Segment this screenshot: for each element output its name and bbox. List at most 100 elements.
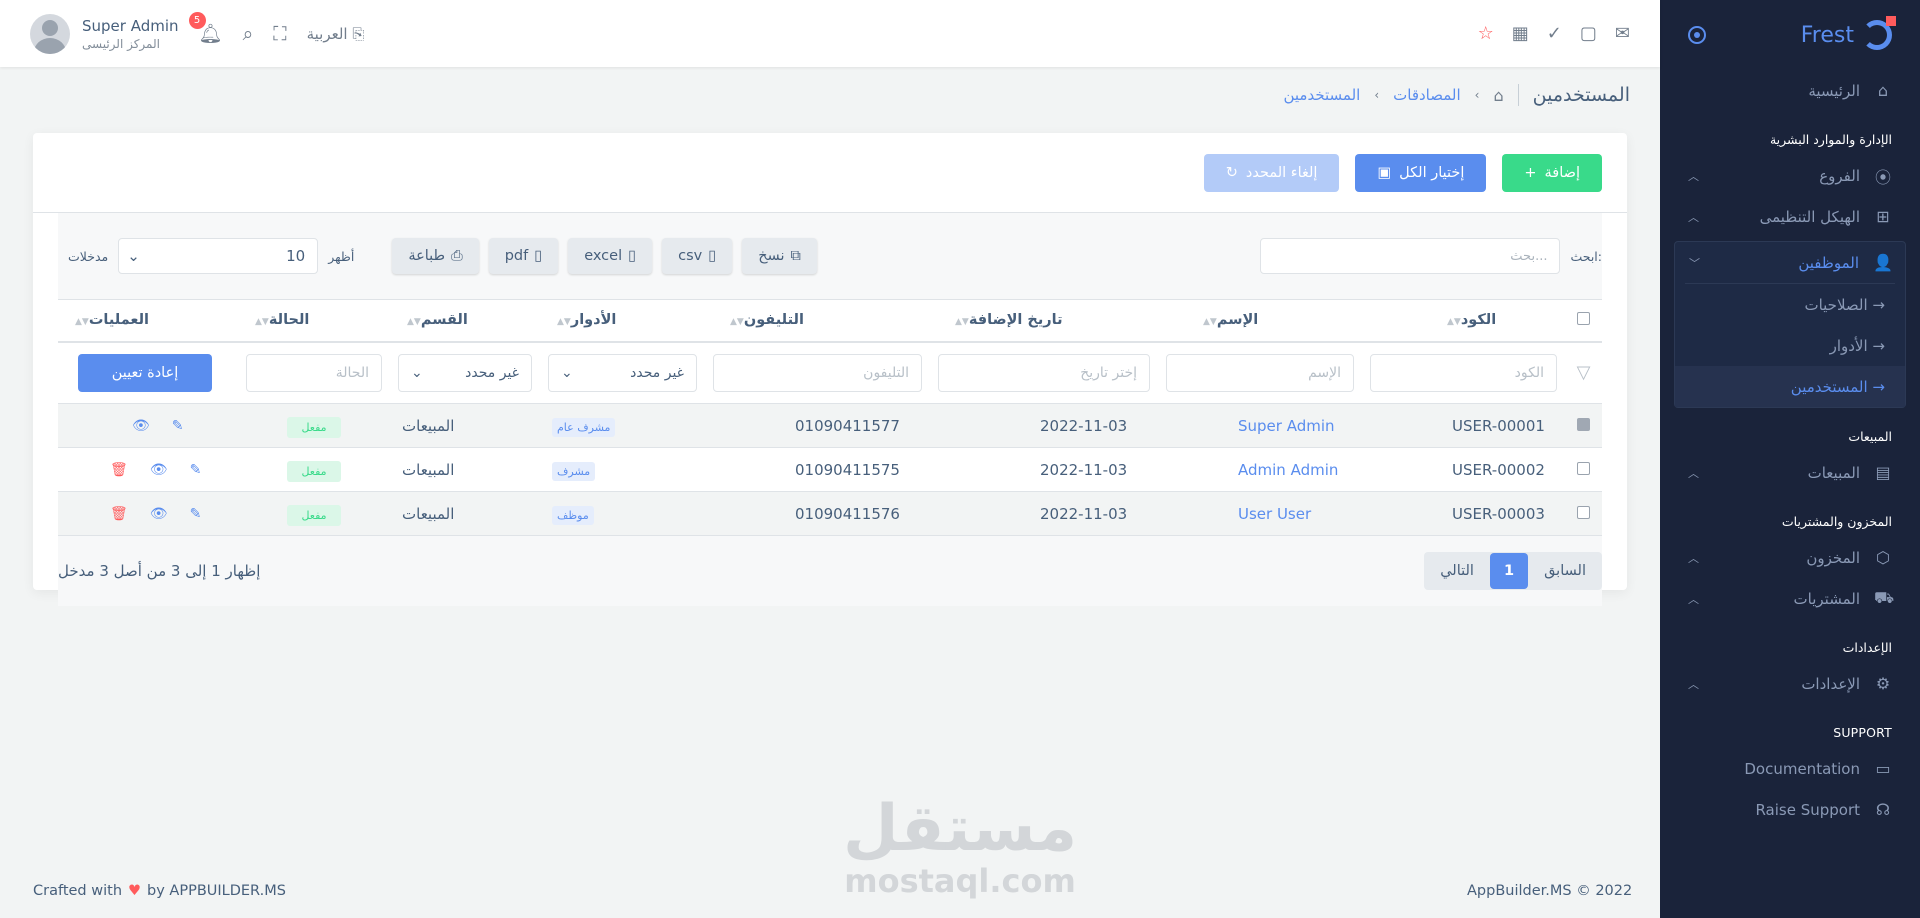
col-department[interactable]: ▲▼القسم xyxy=(390,299,540,343)
col-status[interactable]: ▲▼الحالة xyxy=(238,299,390,343)
chevron-up-icon: ︿ xyxy=(1688,551,1699,565)
chevron-up-icon: ︿ xyxy=(1688,677,1699,691)
mail-icon[interactable]: ✉ xyxy=(1615,23,1630,44)
users-card: ↻ إلغاء المحدد ▣ إختيار الكل + إضافة مدخلات… xyxy=(33,133,1627,606)
col-date[interactable]: ▲▼تاريخ الإضافة xyxy=(930,299,1158,343)
sidebar-item-label: الرئيسية xyxy=(1808,81,1860,100)
search: ابحث: xyxy=(1260,238,1602,274)
topbar: Super Admin المركز الرئيسى 🔔︎ 5 ⌕ ⛶ العرب… xyxy=(0,0,1660,67)
table-row[interactable]: 🗑︎ 👁︎ ✎ مفعل المبيعات مشرف 01090411575 202… xyxy=(58,447,1602,492)
footer-author-link[interactable]: by APPBUILDER.MS xyxy=(147,883,286,899)
status-badge: مفعل xyxy=(287,416,341,438)
sidebar-item-users[interactable]: المستخدمين → xyxy=(1675,366,1905,407)
page-length-select[interactable]: ⌄ 10 xyxy=(118,238,319,274)
sidebar-item-permissions[interactable]: الصلاحيات → xyxy=(1685,284,1895,325)
eye-icon[interactable]: 👁︎ xyxy=(132,418,150,434)
cell-code: USER-00003 xyxy=(1362,491,1565,536)
filter-phone[interactable] xyxy=(713,353,922,392)
sidebar-item-sales[interactable]: ︿ المبيعات ▤ xyxy=(1674,452,1906,493)
pagination-prev[interactable]: السابق xyxy=(1528,552,1602,590)
eye-icon[interactable]: 👁︎ xyxy=(150,506,168,522)
sidebar-item-purchases[interactable]: ︿ المشتريات ⛟ xyxy=(1674,578,1906,619)
col-name[interactable]: ▲▼الإسم xyxy=(1158,299,1362,343)
edit-icon[interactable]: ✎ xyxy=(190,506,202,522)
copy-button[interactable]: نسخ ⧉ xyxy=(742,238,817,274)
row-checkbox[interactable] xyxy=(1577,417,1590,431)
sidebar-toggle-icon[interactable] xyxy=(1688,26,1706,44)
star-icon[interactable]: ☆ xyxy=(1478,23,1494,44)
user-name-link[interactable]: Super Admin xyxy=(1238,417,1335,435)
filter-roles[interactable]: ⌄ غير محدد xyxy=(548,353,697,392)
filter-name[interactable] xyxy=(1166,353,1354,392)
select-all-checkbox[interactable] xyxy=(1577,311,1590,325)
copy-icon: ⧉ xyxy=(790,248,801,264)
csv-button[interactable]: csv ▯ xyxy=(662,238,733,274)
eye-icon[interactable]: 👁︎ xyxy=(150,462,168,478)
calendar-icon[interactable]: ▦ xyxy=(1512,23,1529,44)
chevron-down-icon: ⌄ xyxy=(561,364,573,381)
user-name-link[interactable]: User User xyxy=(1238,505,1311,523)
row-checkbox[interactable] xyxy=(1577,461,1590,475)
deselect-button[interactable]: ↻ إلغاء المحدد xyxy=(1203,153,1340,192)
breadcrumb: المستخدمين ‹ المصادقات ‹ ⌂ المستخدمين xyxy=(1283,84,1630,106)
pdf-button[interactable]: pdf ▯ xyxy=(488,238,559,274)
sidebar-item-employees[interactable]: ﹀ الموظفين 👤 xyxy=(1675,242,1905,283)
filter-date[interactable] xyxy=(938,353,1150,392)
sidebar-item-inventory[interactable]: ︿ المخزون ⬡ xyxy=(1674,537,1906,578)
search-input[interactable] xyxy=(1260,238,1561,274)
sidebar-item-documentation[interactable]: Documentation ▭ xyxy=(1674,748,1906,789)
sort-icon: ▲▼ xyxy=(1447,317,1461,328)
add-user-button[interactable]: + إضافة xyxy=(1502,153,1602,192)
chat-icon[interactable]: ▢ xyxy=(1580,23,1597,44)
pagination-next[interactable]: التالي xyxy=(1424,552,1490,590)
breadcrumb-auth[interactable]: المصادقات xyxy=(1393,86,1461,104)
cell-code: USER-00002 xyxy=(1362,447,1565,492)
row-checkbox[interactable] xyxy=(1577,505,1590,519)
printer-icon: ⎙ xyxy=(451,248,463,264)
language-switch[interactable]: العربية ⎘ xyxy=(307,25,365,43)
sidebar-item-home[interactable]: الرئيسية ⌂ xyxy=(1674,70,1906,111)
footer-credit: Crafted with ♥ by APPBUILDER.MS xyxy=(33,883,286,899)
sidebar-item-org[interactable]: ︿ الهيكل التنظيمى ⊞ xyxy=(1674,196,1906,237)
filter-status[interactable] xyxy=(246,353,382,392)
col-roles[interactable]: ▲▼الأدوار xyxy=(540,299,705,343)
check-circle-icon[interactable]: ✓ xyxy=(1547,23,1562,44)
search-icon[interactable]: ⌕ xyxy=(243,23,254,45)
sidebar-item-branches[interactable]: ︿ الفروع ⦿ xyxy=(1674,155,1906,196)
col-code[interactable]: ▲▼الكود xyxy=(1362,299,1565,343)
sidebar-item-roles[interactable]: الأدوار → xyxy=(1685,325,1895,366)
fullscreen-icon[interactable]: ⛶ xyxy=(273,23,286,45)
user-name-link[interactable]: Admin Admin xyxy=(1238,461,1338,479)
bell-icon[interactable]: 🔔︎ 5 xyxy=(188,12,223,45)
cell-code: USER-00001 xyxy=(1362,403,1565,448)
trash-icon[interactable]: 🗑︎ xyxy=(110,506,128,522)
home-icon[interactable]: ⌂ xyxy=(1493,86,1503,105)
table-row[interactable]: 👁︎ ✎ مفعل المبيعات مشرف عام 01090411577 2… xyxy=(58,403,1602,448)
reset-filters-button[interactable]: إعادة تعيين xyxy=(78,353,212,392)
table-info: إظهار 1 إلى 3 من أصل 3 مدخل xyxy=(58,562,261,580)
trash-icon[interactable]: 🗑︎ xyxy=(110,462,128,478)
status-badge: مفعل xyxy=(287,504,341,526)
user-menu[interactable]: Super Admin المركز الرئيسى xyxy=(30,13,179,54)
col-select[interactable] xyxy=(1565,299,1602,343)
sidebar-item-label: المخزون xyxy=(1806,548,1860,567)
edit-icon[interactable]: ✎ xyxy=(172,418,184,434)
brand-logo[interactable]: Frest xyxy=(1801,16,1896,50)
col-phone[interactable]: ▲▼التليفون xyxy=(705,299,930,343)
filter-code[interactable] xyxy=(1370,353,1557,392)
sidebar-item-settings[interactable]: ︿ الإعدادات ⚙ xyxy=(1674,663,1906,704)
excel-button[interactable]: excel ▯ xyxy=(568,238,653,274)
sidebar-item-raise-support[interactable]: Raise Support ☊ xyxy=(1674,789,1906,830)
pagination-page-1[interactable]: 1 xyxy=(1489,553,1529,589)
cell-phone: 01090411577 xyxy=(705,403,930,448)
heart-icon: ♥ xyxy=(128,883,142,899)
table-row[interactable]: 🗑︎ 👁︎ ✎ مفعل المبيعات موظف 01090411576 202… xyxy=(58,491,1602,536)
show-label: أظهر xyxy=(328,248,355,264)
breadcrumb-current[interactable]: المستخدمين xyxy=(1283,86,1360,104)
chevron-left-icon: ‹ xyxy=(1374,88,1380,102)
print-button[interactable]: طباعة ⎙ xyxy=(392,238,479,274)
col-operations[interactable]: ▲▼العمليات xyxy=(58,299,238,343)
edit-icon[interactable]: ✎ xyxy=(190,462,202,478)
select-all-button[interactable]: ▣ إختيار الكل xyxy=(1355,153,1487,192)
filter-department[interactable]: ⌄ غير محدد xyxy=(398,353,532,392)
